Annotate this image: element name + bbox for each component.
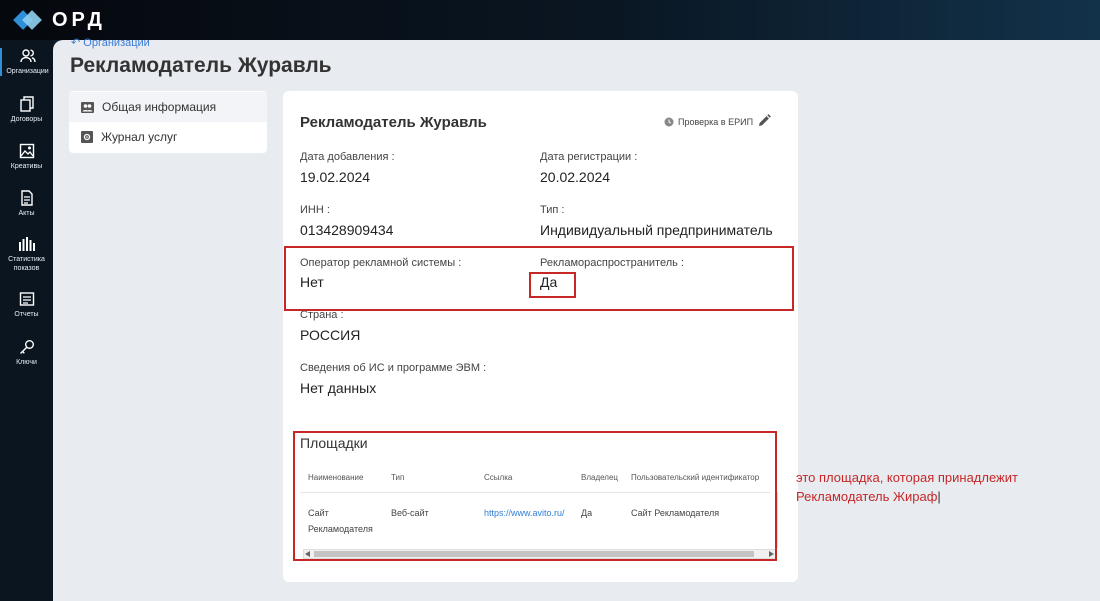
date-added-label: Дата добавления : xyxy=(300,151,395,163)
sidebar-item-label: Ключи xyxy=(16,359,37,366)
annotation-line1: это площадка, которая принадлежит xyxy=(796,470,1018,485)
sidebar-item-label: Отчеты xyxy=(14,311,39,318)
sidebar-item-organizations[interactable]: Организации xyxy=(0,48,53,76)
menu-item-general-info[interactable]: Общая информация xyxy=(69,92,267,122)
file-icon xyxy=(20,190,33,206)
menu-item-service-log[interactable]: Журнал услуг xyxy=(69,122,267,152)
sidebar-item-label: Акты xyxy=(18,210,35,217)
page-title: Рекламодатель Журавль xyxy=(70,54,332,77)
is-info-label: Сведения об ИС и программе ЭВМ : xyxy=(300,362,487,374)
highlight-box-distributor-value xyxy=(529,272,576,298)
erip-check-label: Проверка в ЕРИП xyxy=(678,117,754,127)
pencil-icon xyxy=(759,114,771,126)
sidebar-item-label: Статистика показов xyxy=(8,256,45,272)
sidebar-item-label: Креативы xyxy=(10,163,43,170)
sidebar-item-contracts[interactable]: Договоры xyxy=(0,96,53,124)
users-icon xyxy=(19,49,36,63)
type-label: Тип : xyxy=(540,204,565,216)
logo-mark-icon xyxy=(13,7,42,33)
sidebar: Организации Договоры Креативы Акты Стати… xyxy=(0,40,53,601)
clock-icon xyxy=(664,117,674,127)
top-bar: ОРД xyxy=(0,0,1100,40)
logo-text: ОРД xyxy=(52,8,106,31)
breadcrumb[interactable]: ↶ Организации xyxy=(71,36,150,49)
sidebar-item-keys[interactable]: Ключи xyxy=(0,339,53,367)
date-added-value: 19.02.2024 xyxy=(300,169,371,185)
menu-item-label: Общая информация xyxy=(102,100,217,114)
sidebar-item-statistics[interactable]: Статистика показов xyxy=(0,236,53,273)
left-menu: Общая информация Журнал услуг xyxy=(69,91,267,153)
annotation-line2: Рекламодатель Жираф| xyxy=(796,487,1096,506)
erip-check-button[interactable]: Проверка в ЕРИП xyxy=(664,117,753,127)
report-icon xyxy=(19,292,34,306)
breadcrumb-label: Организации xyxy=(83,37,150,49)
menu-item-label: Журнал услуг xyxy=(101,130,178,144)
stats-icon xyxy=(18,237,35,251)
date-registered-value: 20.02.2024 xyxy=(540,169,611,185)
sidebar-item-label: Организации xyxy=(6,68,49,75)
inn-value: 013428909434 xyxy=(300,222,394,238)
annotation-line2-text: Рекламодатель Жираф xyxy=(796,489,938,504)
text-cursor: | xyxy=(937,489,941,504)
inn-label: ИНН : xyxy=(300,204,330,216)
type-value: Индивидуальный предприниматель xyxy=(540,222,773,238)
is-info-value: Нет данных xyxy=(300,380,377,396)
sidebar-item-acts[interactable]: Акты xyxy=(0,190,53,218)
sidebar-item-label: Договоры xyxy=(10,116,43,123)
edit-button[interactable] xyxy=(757,114,771,133)
documents-icon xyxy=(19,96,34,112)
date-registered-label: Дата регистрации : xyxy=(540,151,638,163)
sidebar-item-creatives[interactable]: Креативы xyxy=(0,143,53,171)
gear-icon xyxy=(81,131,93,143)
image-icon xyxy=(19,143,34,159)
annotation-note: это площадка, которая принадлежит Реклам… xyxy=(796,468,1096,506)
highlight-box-sites xyxy=(293,431,777,561)
back-arrow-icon: ↶ xyxy=(71,37,84,49)
key-icon xyxy=(19,340,34,354)
logo[interactable]: ОРД xyxy=(13,7,106,33)
card-title: Рекламодатель Журавль xyxy=(300,114,487,131)
sidebar-item-reports[interactable]: Отчеты xyxy=(0,291,53,319)
country-value: РОССИЯ xyxy=(300,327,361,343)
people-icon xyxy=(81,101,94,113)
